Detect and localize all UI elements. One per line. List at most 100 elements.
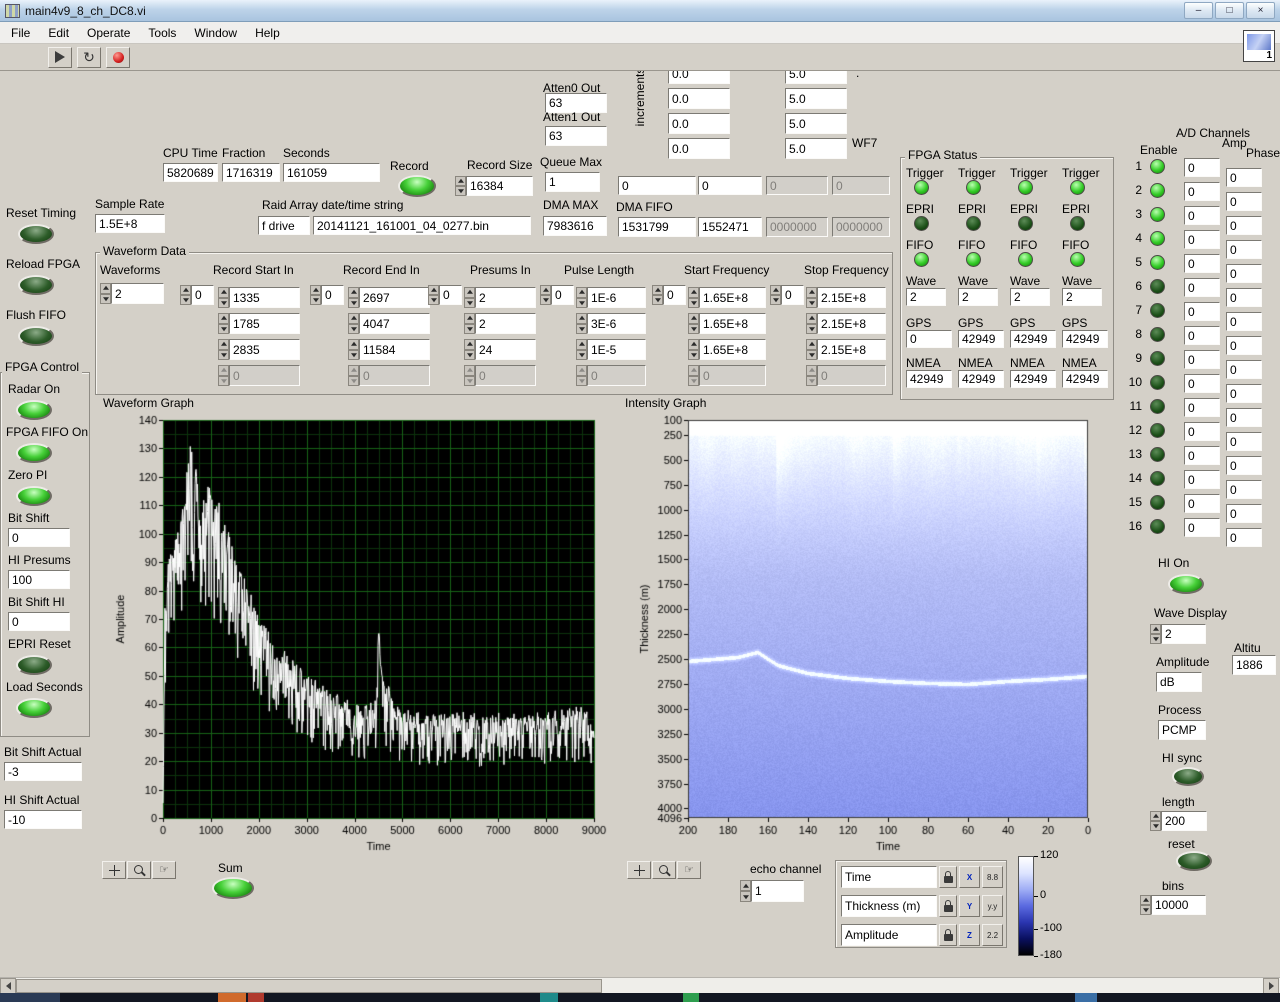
decrement-icon[interactable] <box>1150 821 1161 831</box>
stop-frequency-element-2-spinner[interactable] <box>806 339 817 360</box>
increment-icon[interactable] <box>464 313 475 324</box>
record-start-in-index-spinner[interactable] <box>180 285 191 305</box>
increment-icon[interactable] <box>348 339 359 350</box>
menu-help[interactable]: Help <box>246 23 289 43</box>
decrement-icon[interactable] <box>806 323 817 334</box>
wave-display-spinner[interactable] <box>1150 624 1161 644</box>
taskbar-item-4[interactable] <box>683 993 699 1002</box>
maximize-button[interactable]: □ <box>1215 2 1244 19</box>
stop-frequency-element-1-spinner[interactable] <box>806 313 817 334</box>
run-button[interactable] <box>48 46 72 68</box>
decrement-icon[interactable] <box>218 297 229 308</box>
ad-channel-12-enable-led[interactable] <box>1150 423 1165 438</box>
record-start-in-element-1-spinner[interactable] <box>218 313 229 334</box>
waveform-pan-button[interactable]: ☞ <box>152 861 176 879</box>
axis-lock-button-amplitude[interactable] <box>939 924 957 946</box>
intensity-zoom-button[interactable] <box>652 861 676 879</box>
epri-reset-led[interactable] <box>16 655 52 675</box>
bit-shift-hi-field[interactable]: 0 <box>8 612 70 631</box>
record-led[interactable] <box>398 175 436 197</box>
decrement-icon[interactable] <box>652 295 663 305</box>
increment-icon[interactable] <box>806 287 817 298</box>
taskbar-item-1[interactable] <box>218 993 246 1002</box>
taskbar-item-0[interactable] <box>0 993 60 1002</box>
taskbar-item-3[interactable] <box>540 993 558 1002</box>
flush-fifo-led[interactable] <box>18 326 54 346</box>
pulse-length-element-1[interactable]: 3E-6 <box>576 313 646 334</box>
start-frequency-element-1[interactable]: 1.65E+8 <box>688 313 766 334</box>
increment-icon[interactable] <box>576 339 587 350</box>
stop-frequency-element-0-spinner[interactable] <box>806 287 817 308</box>
decrement-icon[interactable] <box>576 349 587 360</box>
record-size-spinner[interactable] <box>455 176 466 196</box>
hi-on-led[interactable] <box>1168 574 1204 594</box>
ad-channel-9-enable-led[interactable] <box>1150 351 1165 366</box>
fpga-fifo-on-led[interactable] <box>16 443 52 463</box>
ad-channel-14-amp-field[interactable]: 0 <box>1184 470 1220 489</box>
ad-channel-16-enable-led[interactable] <box>1150 519 1165 534</box>
ad-channel-9-phase-field[interactable]: 0 <box>1226 360 1262 379</box>
decrement-icon[interactable] <box>740 891 751 902</box>
ad-channel-13-phase-field[interactable]: 0 <box>1226 456 1262 475</box>
zero-pi-led[interactable] <box>16 486 52 506</box>
waveform-graph-canvas[interactable] <box>100 412 615 858</box>
waveforms-spinner[interactable] <box>100 283 111 304</box>
axis-scale-button-thickness-m[interactable]: Y <box>959 895 980 917</box>
decrement-icon[interactable] <box>428 295 439 305</box>
axis-name-field-thickness-m[interactable]: Thickness (m) <box>841 895 937 917</box>
ad-channel-7-amp-field[interactable]: 0 <box>1184 302 1220 321</box>
record-start-in-element-1[interactable]: 1785 <box>218 313 300 334</box>
decrement-icon[interactable] <box>464 323 475 334</box>
record-end-in-element-0-spinner[interactable] <box>348 287 359 308</box>
record-end-in-element-2[interactable]: 11584 <box>348 339 430 360</box>
decrement-icon[interactable] <box>688 297 699 308</box>
ad-channel-10-phase-field[interactable]: 0 <box>1226 384 1262 403</box>
record-end-in-index-spinner[interactable] <box>310 285 321 305</box>
pulse-length-element-0-spinner[interactable] <box>576 287 587 308</box>
increment-icon[interactable] <box>464 339 475 350</box>
ad-channel-1-enable-led[interactable] <box>1150 159 1165 174</box>
start-frequency-index-spinner[interactable] <box>652 285 663 305</box>
increment-icon[interactable] <box>1150 624 1161 634</box>
presums-in-element-0[interactable]: 2 <box>464 287 536 308</box>
ad-channel-13-enable-led[interactable] <box>1150 447 1165 462</box>
scroll-right-button[interactable] <box>1263 978 1279 994</box>
ad-channel-15-amp-field[interactable]: 0 <box>1184 494 1220 513</box>
ad-channel-16-amp-field[interactable]: 0 <box>1184 518 1220 537</box>
increment-icon[interactable] <box>688 313 699 324</box>
ad-channel-15-phase-field[interactable]: 0 <box>1226 504 1262 523</box>
record-end-in-element-0[interactable]: 2697 <box>348 287 430 308</box>
record-end-in-element-1-spinner[interactable] <box>348 313 359 334</box>
presums-in-element-1-spinner[interactable] <box>464 313 475 334</box>
close-button[interactable]: × <box>1246 2 1275 19</box>
decrement-icon[interactable] <box>218 323 229 334</box>
offset-field-1[interactable]: 0.0 <box>668 88 730 109</box>
ad-channel-6-enable-led[interactable] <box>1150 279 1165 294</box>
menu-tools[interactable]: Tools <box>139 23 185 43</box>
increment-icon[interactable] <box>218 287 229 298</box>
record-start-in-element-2-spinner[interactable] <box>218 339 229 360</box>
increment-icon[interactable] <box>576 313 587 324</box>
ad-channel-8-phase-field[interactable]: 0 <box>1226 336 1262 355</box>
echo-channel-spinner[interactable] <box>740 880 751 902</box>
decrement-icon[interactable] <box>464 349 475 360</box>
stop-frequency-index-spinner[interactable] <box>770 285 781 305</box>
ad-channel-3-enable-led[interactable] <box>1150 207 1165 222</box>
pulse-length-element-2[interactable]: 1E-5 <box>576 339 646 360</box>
ad-channel-7-phase-field[interactable]: 0 <box>1226 312 1262 331</box>
increment-icon[interactable] <box>464 287 475 298</box>
ad-channel-4-enable-led[interactable] <box>1150 231 1165 246</box>
increment-icon[interactable] <box>310 285 321 295</box>
intensity-crosshair-button[interactable] <box>627 861 651 879</box>
decrement-icon[interactable] <box>348 349 359 360</box>
decrement-icon[interactable] <box>348 323 359 334</box>
ad-channel-11-amp-field[interactable]: 0 <box>1184 398 1220 417</box>
ad-channel-13-amp-field[interactable]: 0 <box>1184 446 1220 465</box>
decrement-icon[interactable] <box>464 297 475 308</box>
record-end-in-index[interactable]: 0 <box>310 285 344 305</box>
minimize-button[interactable]: – <box>1184 2 1213 19</box>
sum-led[interactable] <box>212 877 254 899</box>
menu-edit[interactable]: Edit <box>39 23 78 43</box>
increment-icon[interactable] <box>180 285 191 295</box>
menu-operate[interactable]: Operate <box>78 23 139 43</box>
